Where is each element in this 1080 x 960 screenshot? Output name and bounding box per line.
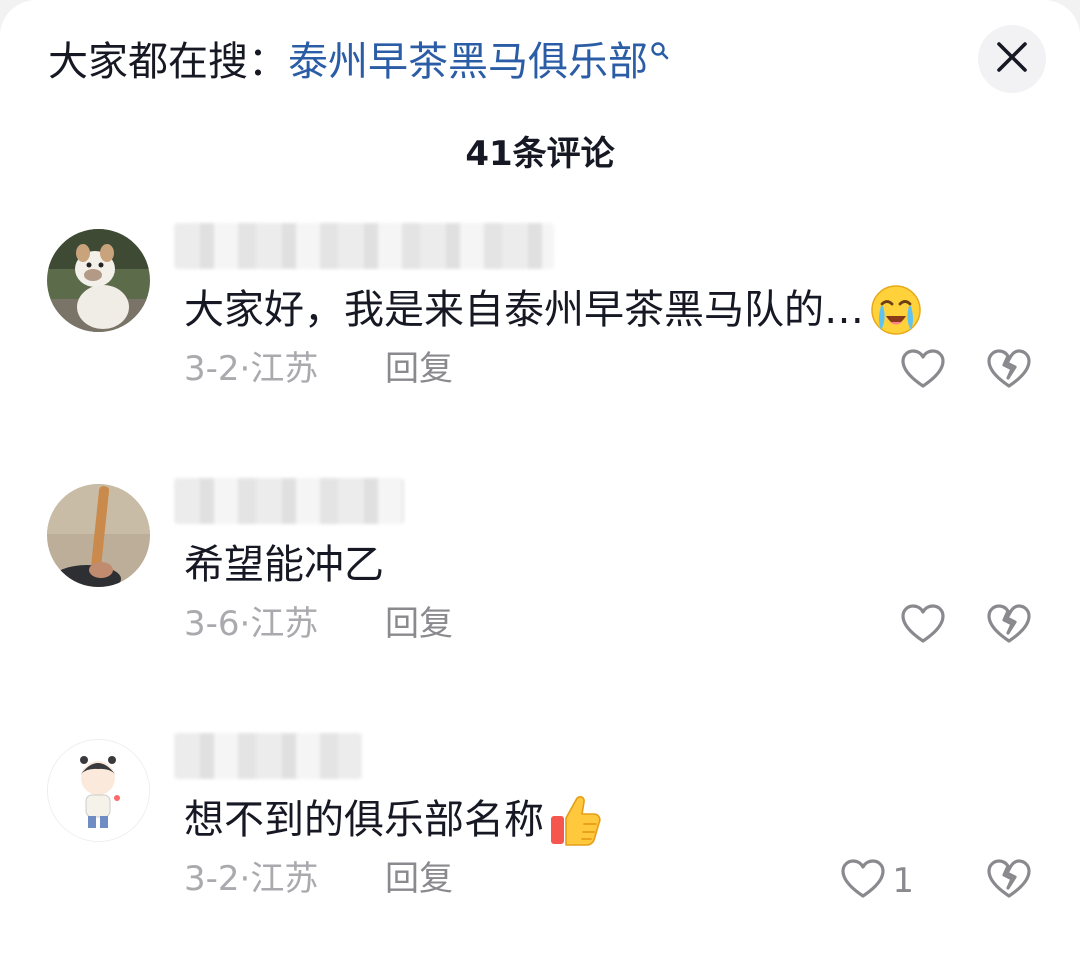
heart-icon [900, 348, 946, 394]
like-button[interactable]: 1 [840, 855, 914, 907]
hot-search-banner[interactable]: 大家都在搜： 泰州早茶黑马俱乐部 [48, 34, 670, 90]
avatar[interactable] [47, 229, 150, 332]
username-blurred[interactable] [174, 478, 404, 524]
comments-sheet: 大家都在搜： 泰州早茶黑马俱乐部 41条评论 大家好，我是来自泰州早茶黑马队的…… [0, 0, 1080, 960]
thumbs-up-emoji-icon [548, 792, 602, 848]
comment-body: 大家好，我是来自泰州早茶黑马队的… [184, 287, 864, 333]
dislike-button[interactable] [985, 345, 1033, 397]
search-icon [650, 41, 670, 61]
comment-text: 希望能冲乙 [184, 536, 384, 594]
crying-face-emoji-icon [868, 282, 924, 338]
comment-text: 大家好，我是来自泰州早茶黑马队的… [184, 281, 924, 339]
broken-heart-icon [986, 348, 1032, 394]
avatar[interactable] [47, 739, 150, 842]
username-blurred[interactable] [174, 733, 362, 779]
comment-date-location: 3-6·江苏 [184, 604, 319, 644]
reply-button[interactable]: 回复 [385, 855, 453, 903]
hot-search-prefix: 大家都在搜： [48, 39, 288, 85]
hot-search-keyword[interactable]: 泰州早茶黑马俱乐部 [288, 34, 648, 90]
avatar[interactable] [47, 484, 150, 587]
username-blurred[interactable] [174, 223, 554, 269]
comment-item: 大家好，我是来自泰州早茶黑马队的… 3-2·江苏 回复 [0, 223, 1080, 439]
heart-icon [900, 603, 946, 649]
broken-heart-icon [986, 858, 1032, 904]
comment-date-location: 3-2·江苏 [184, 349, 319, 389]
close-button[interactable] [978, 25, 1046, 93]
comment-text: 想不到的俱乐部名称 [184, 791, 602, 849]
like-button[interactable] [900, 345, 952, 397]
reply-button[interactable]: 回复 [385, 345, 453, 393]
dislike-button[interactable] [985, 600, 1033, 652]
comment-body: 希望能冲乙 [184, 542, 384, 588]
broken-heart-icon [986, 603, 1032, 649]
comment-item: 想不到的俱乐部名称 3-2·江苏 回复 1 [0, 733, 1080, 949]
comment-date-location: 3-2·江苏 [184, 859, 319, 899]
reply-button[interactable]: 回复 [385, 600, 453, 648]
close-icon [995, 40, 1029, 78]
comment-body: 想不到的俱乐部名称 [184, 797, 544, 843]
like-button[interactable] [900, 600, 952, 652]
dislike-button[interactable] [985, 855, 1033, 907]
like-count: 1 [892, 861, 914, 901]
heart-icon [840, 858, 886, 904]
comment-item: 希望能冲乙 3-6·江苏 回复 [0, 478, 1080, 694]
comment-count-title: 41条评论 [465, 134, 615, 174]
